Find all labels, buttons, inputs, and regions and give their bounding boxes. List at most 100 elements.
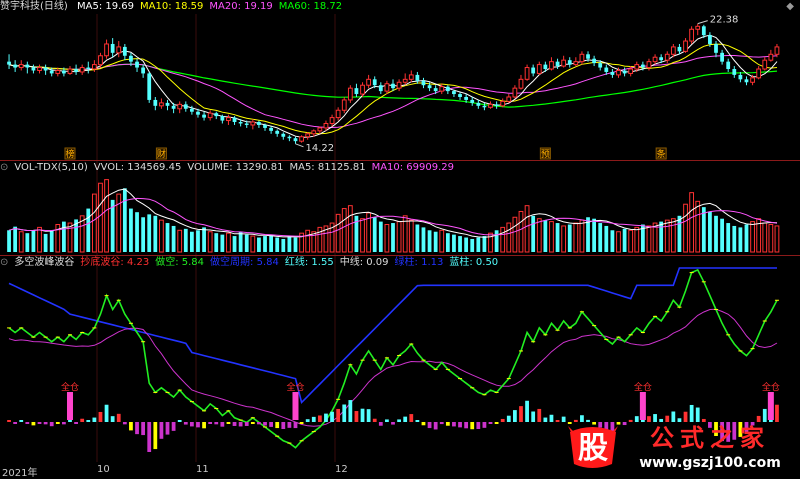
axis-label-year: 2021年 — [2, 468, 38, 479]
volume-bar — [482, 236, 487, 252]
candle-body — [220, 116, 225, 121]
volume-bar — [189, 231, 194, 252]
osc-legend-7: 蓝柱: 0.50 — [449, 257, 499, 268]
candle-body — [329, 117, 335, 124]
volume-bar — [396, 221, 402, 253]
trend-line — [8, 308, 778, 427]
candle-body — [714, 43, 718, 53]
histogram-bar — [98, 411, 103, 422]
candle-body — [536, 64, 542, 74]
candle-body — [37, 67, 42, 71]
volume-bar — [293, 237, 298, 252]
ma-legend-2: MA20: 19.19 — [209, 1, 273, 12]
histogram-bar — [299, 422, 304, 424]
volume-bar — [616, 231, 621, 253]
ma20-line — [8, 55, 778, 129]
histogram-bar — [293, 422, 298, 429]
candle-body — [49, 70, 54, 74]
volume-bar — [31, 230, 36, 252]
candle-body — [183, 104, 188, 109]
volume-bar — [287, 236, 292, 252]
candle-body — [604, 67, 609, 72]
volume-bar — [171, 225, 176, 252]
volume-bar — [628, 229, 634, 253]
volume-bar — [91, 193, 97, 253]
candle-body — [646, 61, 652, 69]
histogram-bar — [372, 418, 377, 422]
candle-body — [592, 58, 597, 64]
histogram-bar — [275, 422, 280, 429]
volume-bar — [202, 227, 206, 252]
histogram-bar — [80, 418, 85, 422]
volume-bar — [768, 223, 774, 253]
stock-title: 赞宇科技(日线) — [0, 1, 68, 12]
candle-body — [86, 67, 91, 70]
histogram-bar — [214, 422, 219, 425]
candle-body — [317, 127, 323, 132]
histogram-bar — [342, 404, 347, 422]
candle-body — [244, 123, 249, 125]
histogram-bar — [537, 408, 542, 422]
histogram-bar — [244, 422, 249, 426]
event-marker-label: 预 — [541, 149, 550, 160]
volume-bar — [750, 221, 755, 253]
candle-body — [7, 61, 11, 65]
histogram-bar — [421, 422, 426, 426]
volume-bar — [43, 233, 48, 252]
signal-bar — [66, 392, 73, 420]
candle-body — [257, 122, 261, 125]
volume-bar — [372, 217, 377, 252]
candle-body — [165, 102, 170, 106]
volume-bar — [49, 230, 54, 252]
candle-body — [335, 109, 341, 119]
volume-bar — [244, 234, 249, 252]
volume-bar — [335, 213, 341, 253]
volume-bar — [592, 218, 597, 252]
volume-bar — [732, 225, 737, 252]
volume-bar — [141, 217, 146, 252]
volume-bar — [659, 221, 664, 252]
candle-body — [610, 71, 615, 75]
histogram-bar — [452, 422, 456, 427]
candle-body — [299, 136, 304, 142]
candle-body — [506, 96, 512, 102]
low-pointer — [295, 143, 304, 148]
corner-diamond-icon[interactable]: ◆ — [786, 1, 794, 12]
volume-bar — [708, 211, 712, 252]
volume-bar — [250, 235, 256, 253]
histogram-bar — [415, 420, 420, 422]
candle-body — [738, 74, 743, 80]
volume-bar — [433, 231, 438, 252]
candle-body — [458, 94, 462, 97]
histogram-bar — [49, 422, 54, 427]
candle-body — [153, 99, 158, 106]
candle-body — [762, 59, 768, 70]
volume-bar — [104, 179, 109, 253]
candle-body — [402, 78, 408, 83]
histogram-bar — [19, 420, 24, 422]
histogram-bar — [74, 422, 78, 424]
volume-bar — [347, 205, 353, 253]
candle-body — [275, 130, 280, 134]
histogram-bar — [391, 422, 395, 425]
candle-body — [543, 64, 548, 70]
histogram-bar — [305, 419, 310, 422]
candle-body — [452, 91, 456, 95]
histogram-bar — [171, 422, 176, 431]
candle-body — [512, 87, 518, 98]
candle-body — [774, 46, 780, 55]
histogram-bar — [555, 420, 560, 422]
volume-bar — [7, 230, 11, 252]
candle-body — [207, 112, 213, 119]
histogram-bar — [37, 422, 42, 424]
histogram-bar — [159, 422, 164, 439]
candle-body — [372, 79, 377, 86]
histogram-bar — [525, 400, 529, 422]
candle-body — [549, 61, 554, 70]
candle-body — [732, 69, 737, 75]
histogram-bar — [409, 414, 414, 422]
candle-body — [695, 25, 701, 30]
volume-bar — [427, 230, 432, 252]
histogram-bar — [500, 418, 505, 422]
volume-bar — [714, 215, 718, 252]
